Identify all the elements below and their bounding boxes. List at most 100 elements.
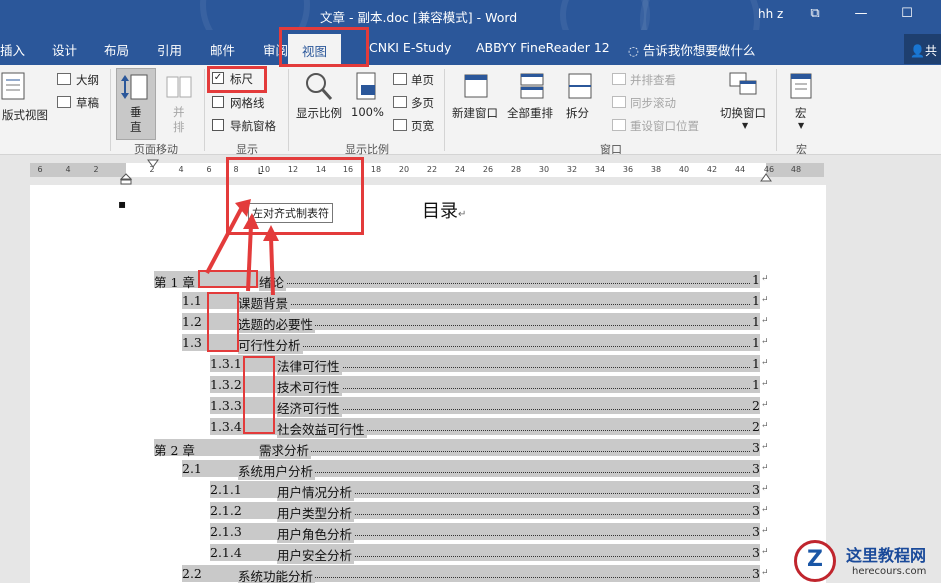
new-window-icon [464,74,488,98]
toc-entry[interactable]: 1.3.2 技术可行性 1 ↵ [210,376,769,396]
vertical-button[interactable]: 垂 直 [130,105,142,135]
toc-entry[interactable]: 2.1 系统用户分析 3 ↵ [182,460,769,480]
macros-button[interactable]: 宏 [795,105,807,121]
paragraph-mark: ↵ [761,316,769,326]
paragraph-mark: ↵ [761,568,769,578]
gridlines-label: 网格线 [230,96,265,110]
tell-me-search[interactable]: ◌ 告诉我你想要做什么 [628,40,755,59]
group-separator [288,69,289,151]
toc-heading-text: 目录 [422,201,458,222]
tab-abbyy[interactable]: ABBYY FineReader 12 [476,40,610,55]
sync-scrolling-button[interactable]: 同步滚动 [630,95,676,111]
minimize-button[interactable]: — [852,6,870,22]
navigation-pane-label: 导航窗格 [230,119,276,133]
toc-entry-page: 2 [752,419,760,434]
group-separator [110,69,111,151]
left-indent-marker-icon[interactable] [120,173,132,185]
ruler-number: 26 [482,165,494,174]
toc-entry-number: 1.2 [182,314,202,329]
ruler-number: 24 [454,165,466,174]
toc-entry-page: 3 [752,524,760,539]
highlight-level2-tab [207,292,239,352]
tab-references[interactable]: 引用 [157,40,182,59]
toc-entry-title: 用户情况分析 [277,482,355,501]
new-window-button[interactable]: 新建窗口 [452,105,498,121]
zoom-button[interactable]: 显示比例 [296,105,342,121]
chevron-down-icon[interactable]: ▼ [742,121,748,130]
split-button[interactable]: 拆分 [566,105,589,121]
toc-leader-dots [277,387,750,389]
ruler-number: 30 [538,165,550,174]
toc-entry[interactable]: 第 2 章 需求分析 3 ↵ [154,439,769,459]
paragraph-mark: ↵ [761,274,769,284]
toc-entry-number: 2.2 [182,566,202,581]
toc-entry[interactable]: 1.3.4 社会效益可行性 2 ↵ [210,418,769,438]
print-layout-button[interactable]: 版式视图 [2,107,48,123]
paragraph-mark: ↵ [761,358,769,368]
highlight-view-tab [279,27,369,67]
multiple-pages-button[interactable]: 多页 [411,95,434,111]
chevron-down-icon[interactable]: ▼ [798,121,804,130]
view-side-by-side-button[interactable]: 并排查看 [630,72,676,88]
watermark-url: herecours.com [852,566,927,577]
tab-cnki[interactable]: CNKI E-Study [369,40,451,55]
right-indent-marker-icon[interactable] [760,173,772,183]
page-width-button[interactable]: 页宽 [411,118,434,134]
document-page[interactable]: ▪ 目录↵ 第 1 章绪论1↵1.1课题背景1↵1.2选题的必要性1↵1.3可行… [30,185,826,583]
toc-entry-title: 系统功能分析 [238,566,316,583]
toc-entry-number: 1.3.1 [210,356,242,371]
paragraph-mark: ↵ [761,442,769,452]
toc-entry-number: 1.3.4 [210,419,242,434]
toc-entry[interactable]: 1.2 选题的必要性 1 ↵ [182,313,769,333]
toc-entry[interactable]: 2.2 系统功能分析 3 ↵ [182,565,769,583]
ruler-number: 36 [622,165,634,174]
vertical-page-icon [121,74,148,100]
toc-entry[interactable]: 1.3.3 经济可行性 2 ↵ [210,397,769,417]
word-window: { "titlebar": { "title": "文章 - 副本.doc [兼… [0,0,941,583]
side-by-side-view-icon [612,73,626,85]
one-page-button[interactable]: 单页 [411,72,434,88]
paragraph-mark: ↵ [761,463,769,473]
tab-layout[interactable]: 布局 [104,40,129,59]
one-page-icon [393,73,407,85]
side-by-side-button[interactable]: 并 排 [173,105,185,135]
toc-entry[interactable]: 1.3.1 法律可行性 1 ↵ [210,355,769,375]
tab-insert[interactable]: 插入 [0,40,25,59]
toc-entry-page: 2 [752,398,760,413]
draft-button[interactable]: 草稿 [76,95,99,111]
outline-button[interactable]: 大纲 [76,72,99,88]
first-line-indent-icon[interactable] [147,159,159,169]
toc-entry[interactable]: 1.3 可行性分析 1 ↵ [182,334,769,354]
tab-design[interactable]: 设计 [52,40,77,59]
toc-entry-page: 3 [752,482,760,497]
paragraph-mark: ↵ [761,484,769,494]
user-name[interactable]: hh z [758,7,783,21]
toc-entry-title: 用户角色分析 [277,524,355,543]
navigation-pane-checkbox[interactable] [212,119,224,131]
toc-entry-page: 1 [752,356,760,371]
group-separator [204,69,205,151]
toc-entry[interactable]: 2.1.3 用户角色分析 3 ↵ [210,523,769,543]
toc-entry[interactable]: 2.1.1 用户情况分析 3 ↵ [210,481,769,501]
toc-entry[interactable]: 2.1.4 用户安全分析 3 ↵ [210,544,769,564]
toc-entry-number: 2.1.4 [210,545,242,560]
reset-window-position-button[interactable]: 重设窗口位置 [630,118,699,134]
switch-windows-button[interactable]: 切换窗口 [720,105,766,121]
arrange-all-button[interactable]: 全部重排 [507,105,553,121]
window-title: 文章 - 副本.doc [兼容模式] - Word [320,10,518,25]
tab-mailings[interactable]: 邮件 [210,40,235,59]
ribbon: 版式视图 大纲 草稿 垂 直 并 排 页面移动 ✓ 标尺 网格线 导航窗格 显示 [0,65,941,156]
toc-entry[interactable]: 2.1.2 用户类型分析 3 ↵ [210,502,769,522]
maximize-button[interactable]: ☐ [898,6,916,22]
toc-entry-title: 选题的必要性 [238,314,316,333]
ribbon-display-options-icon[interactable]: ⧉ [806,6,824,22]
share-button[interactable]: 👤共 [904,34,941,64]
ruler-number: 32 [566,165,578,174]
toc-entry-title: 社会效益可行性 [277,419,367,438]
switch-windows-icon [729,72,757,95]
sync-scrolling-icon [612,96,626,108]
toc-entry-page: 3 [752,440,760,455]
gridlines-checkbox[interactable] [212,96,224,108]
hundred-percent-button[interactable]: 100% [351,105,384,119]
toc-entry-number: 第 1 章 [154,275,195,290]
